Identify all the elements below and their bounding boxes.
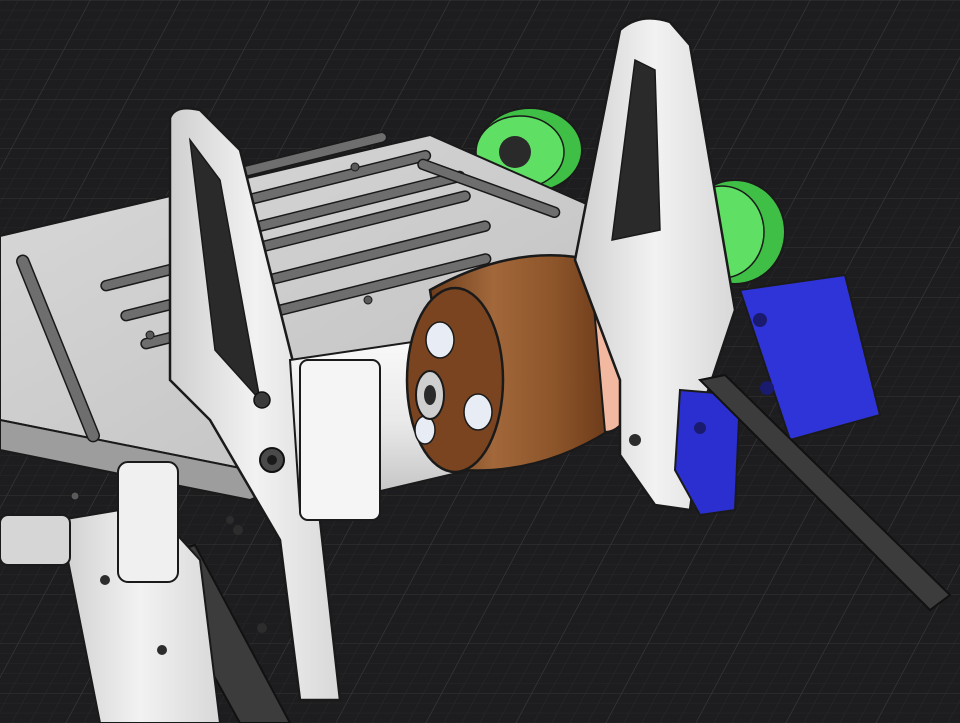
cad-scene[interactable]	[0, 0, 960, 723]
3d-viewport[interactable]	[0, 0, 960, 723]
motor-bell[interactable]	[405, 254, 612, 474]
